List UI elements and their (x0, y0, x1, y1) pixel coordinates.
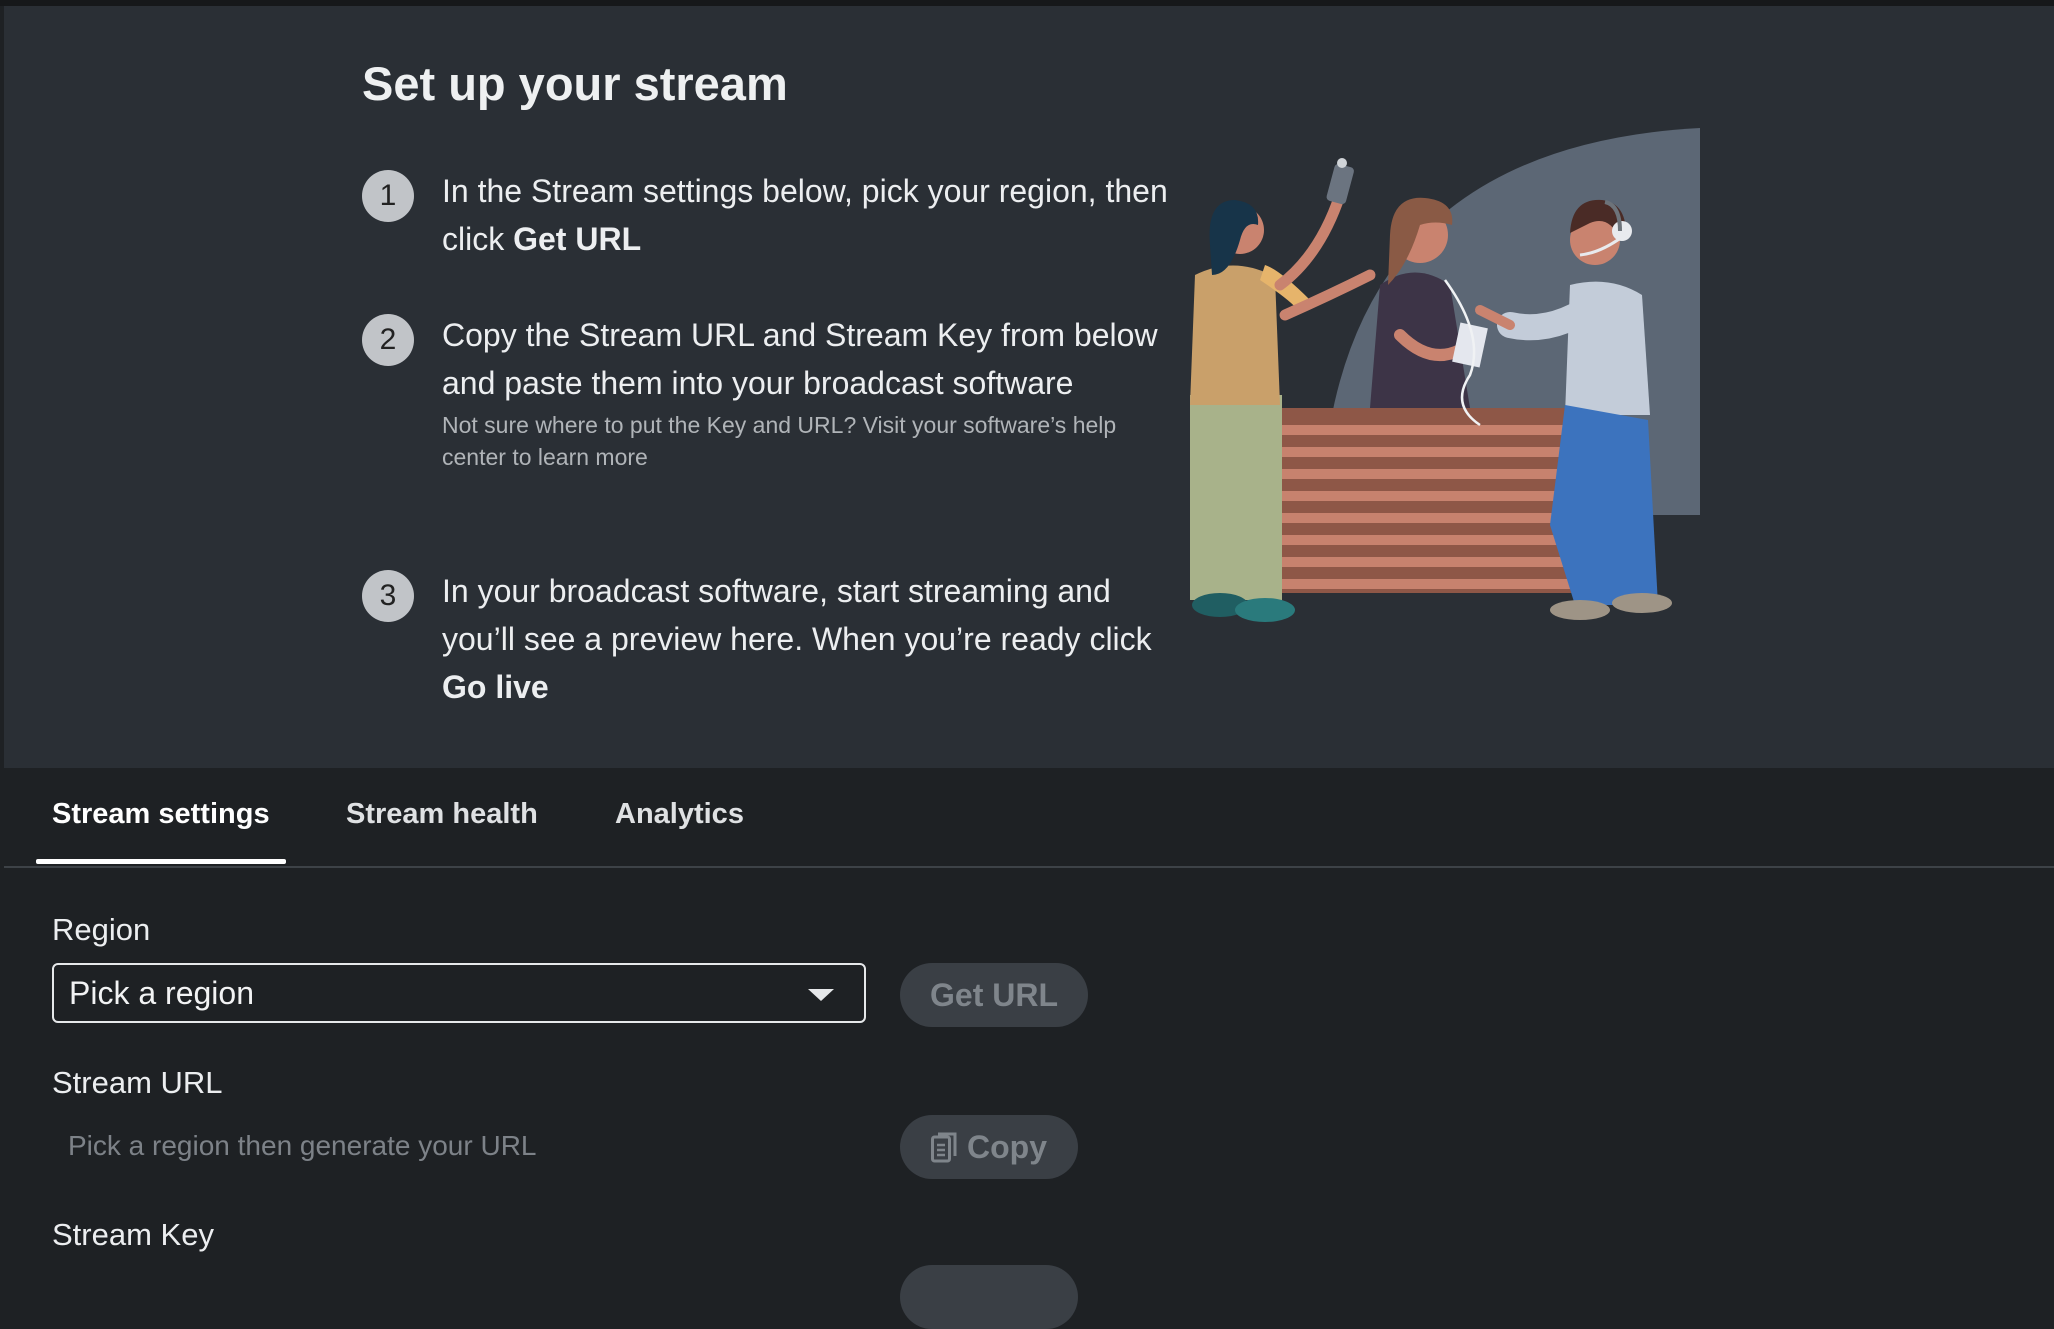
copy-button-label: Copy (967, 1129, 1047, 1165)
stream-url-label: Stream URL (52, 1065, 223, 1100)
step-number-badge: 1 (362, 170, 414, 222)
streaming-team-illustration (1190, 128, 1700, 622)
step-number-badge: 3 (362, 570, 414, 622)
copy-url-button[interactable]: Copy (900, 1115, 1078, 1179)
stream-url-field[interactable]: Pick a region then generate your URL (68, 1130, 537, 1162)
step-highlight-go-live: Go live (442, 669, 549, 705)
copy-icon (931, 1132, 957, 1163)
tab-analytics[interactable]: Analytics (615, 768, 744, 866)
chevron-down-icon (808, 989, 834, 1001)
settings-tabs: Stream settings Stream health Analytics (4, 768, 2054, 868)
page-title: Set up your stream (362, 57, 788, 110)
step-number-badge: 2 (362, 314, 414, 366)
region-select[interactable]: Pick a region (52, 963, 866, 1023)
get-url-button[interactable]: Get URL (900, 963, 1088, 1027)
tab-stream-settings[interactable]: Stream settings (36, 768, 286, 866)
tab-stream-health[interactable]: Stream health (346, 768, 538, 866)
step-text: Copy the Stream URL and Stream Key from … (442, 311, 1182, 473)
stream-key-label: Stream Key (52, 1217, 214, 1252)
step-help-note: Not sure where to put the Key and URL? V… (442, 412, 1117, 470)
step-highlight-get-url: Get URL (513, 221, 642, 257)
step-text: In your broadcast software, start stream… (442, 573, 1152, 705)
copy-key-button[interactable] (900, 1265, 1078, 1329)
region-select-value: Pick a region (69, 975, 254, 1011)
region-label: Region (52, 912, 151, 947)
step-text: In the Stream settings below, pick your … (442, 173, 1168, 257)
